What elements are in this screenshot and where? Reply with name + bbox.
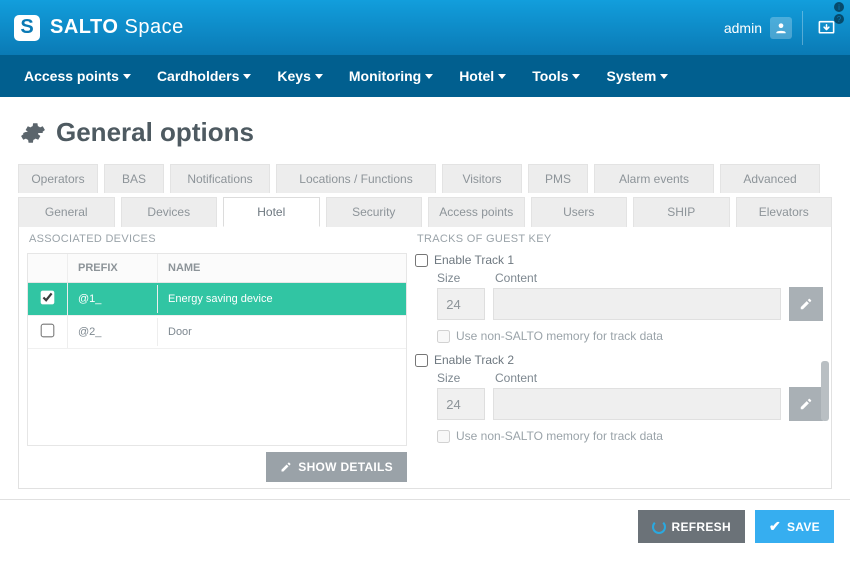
page-title: General options	[56, 117, 254, 148]
gear-icon	[20, 120, 46, 146]
nav-item-system[interactable]: System	[606, 55, 668, 97]
nav-item-keys[interactable]: Keys	[277, 55, 322, 97]
check-icon: ✔	[769, 518, 781, 535]
track-enable-1[interactable]: Enable Track 1	[415, 253, 823, 267]
tab-access-points[interactable]: Access points	[428, 197, 525, 227]
chevron-down-icon	[660, 74, 668, 79]
nav-item-monitoring[interactable]: Monitoring	[349, 55, 433, 97]
tab-locations-functions[interactable]: Locations / Functions	[276, 164, 436, 193]
size-label: Size	[437, 371, 487, 385]
download-icon[interactable]	[802, 11, 836, 45]
tab-strip-secondary: GeneralDevicesHotelSecurityAccess points…	[18, 197, 832, 227]
track-block-1: Enable Track 1 Size Content Use non-SALTO …	[415, 253, 823, 343]
size-label: Size	[437, 271, 487, 285]
user-name: admin	[724, 20, 762, 36]
content-label: Content	[495, 271, 823, 285]
track-enable-2[interactable]: Enable Track 2	[415, 353, 823, 367]
pencil-icon	[799, 397, 813, 411]
track-nonsalto-1[interactable]: Use non-SALTO memory for track data	[437, 329, 823, 343]
tab-alarm-events[interactable]: Alarm events	[594, 164, 714, 193]
track-enable-checkbox[interactable]	[415, 254, 428, 267]
nonsalto-checkbox[interactable]	[437, 430, 450, 443]
row-checkbox[interactable]	[41, 291, 55, 305]
nav-item-hotel[interactable]: Hotel	[459, 55, 506, 97]
tab-visitors[interactable]: Visitors	[442, 164, 522, 193]
associated-devices-label: ASSOCIATED DEVICES	[29, 233, 407, 245]
chevron-down-icon	[243, 74, 251, 79]
column-name: NAME	[158, 254, 406, 282]
track-size-input[interactable]	[437, 388, 485, 420]
help-icon[interactable]: ?	[834, 14, 844, 24]
brand-header: i ? S SALTO Space admin	[0, 0, 850, 55]
nonsalto-checkbox[interactable]	[437, 330, 450, 343]
table-row[interactable]: @2_Door	[28, 316, 406, 349]
nav-item-tools[interactable]: Tools	[532, 55, 580, 97]
track-size-input[interactable]	[437, 288, 485, 320]
pencil-icon	[799, 297, 813, 311]
brand-title: SALTO Space	[50, 16, 184, 39]
chevron-down-icon	[572, 74, 580, 79]
tab-users[interactable]: Users	[531, 197, 628, 227]
tab-operators[interactable]: Operators	[18, 164, 98, 193]
track-enable-checkbox[interactable]	[415, 354, 428, 367]
row-checkbox[interactable]	[41, 324, 55, 338]
show-details-button[interactable]: SHOW DETAILS	[266, 452, 407, 482]
tab-devices[interactable]: Devices	[121, 197, 218, 227]
tab-general[interactable]: General	[18, 197, 115, 227]
tab-notifications[interactable]: Notifications	[170, 164, 270, 193]
tab-elevators[interactable]: Elevators	[736, 197, 833, 227]
column-prefix: PREFIX	[68, 254, 158, 282]
refresh-button[interactable]: REFRESH	[638, 510, 745, 543]
main-nav: Access points Cardholders Keys Monitoring Ho…	[0, 55, 850, 97]
tab-strip-primary: OperatorsBASNotificationsLocations / Fun…	[18, 164, 832, 193]
tab-ship[interactable]: SHIP	[633, 197, 730, 227]
track-content-input[interactable]	[493, 288, 781, 320]
track-edit-button[interactable]	[789, 387, 823, 421]
info-icon[interactable]: i	[834, 2, 844, 12]
user-avatar-icon	[770, 17, 792, 39]
brand-logo: S	[14, 15, 40, 41]
pencil-icon	[280, 461, 292, 473]
chevron-down-icon	[425, 74, 433, 79]
tab-bas[interactable]: BAS	[104, 164, 164, 193]
tab-advanced[interactable]: Advanced	[720, 164, 820, 193]
cell-prefix: @1_	[68, 285, 158, 313]
chevron-down-icon	[315, 74, 323, 79]
cell-prefix: @2_	[68, 318, 158, 346]
tracks-label: TRACKS OF GUEST KEY	[417, 233, 823, 245]
scrollbar-thumb[interactable]	[821, 361, 829, 421]
track-content-input[interactable]	[493, 388, 781, 420]
chevron-down-icon	[123, 74, 131, 79]
table-row[interactable]: @1_Energy saving device	[28, 283, 406, 316]
nav-item-cardholders[interactable]: Cardholders	[157, 55, 251, 97]
associated-devices-table: PREFIX NAME @1_Energy saving device@2_Do…	[27, 253, 407, 446]
track-block-2: Enable Track 2 Size Content Use non-SALTO …	[415, 353, 823, 443]
content-label: Content	[495, 371, 823, 385]
nav-item-access-points[interactable]: Access points	[24, 55, 131, 97]
tab-security[interactable]: Security	[326, 197, 423, 227]
track-nonsalto-2[interactable]: Use non-SALTO memory for track data	[437, 429, 823, 443]
user-menu[interactable]: admin	[724, 17, 792, 39]
tab-pms[interactable]: PMS	[528, 164, 588, 193]
track-edit-button[interactable]	[789, 287, 823, 321]
footer-actions: REFRESH ✔ SAVE	[0, 499, 850, 553]
refresh-icon	[652, 520, 666, 534]
cell-name: Door	[158, 318, 406, 346]
cell-name: Energy saving device	[158, 285, 406, 313]
tab-hotel[interactable]: Hotel	[223, 197, 320, 227]
save-button[interactable]: ✔ SAVE	[755, 510, 834, 543]
column-checkbox	[28, 254, 68, 282]
chevron-down-icon	[498, 74, 506, 79]
